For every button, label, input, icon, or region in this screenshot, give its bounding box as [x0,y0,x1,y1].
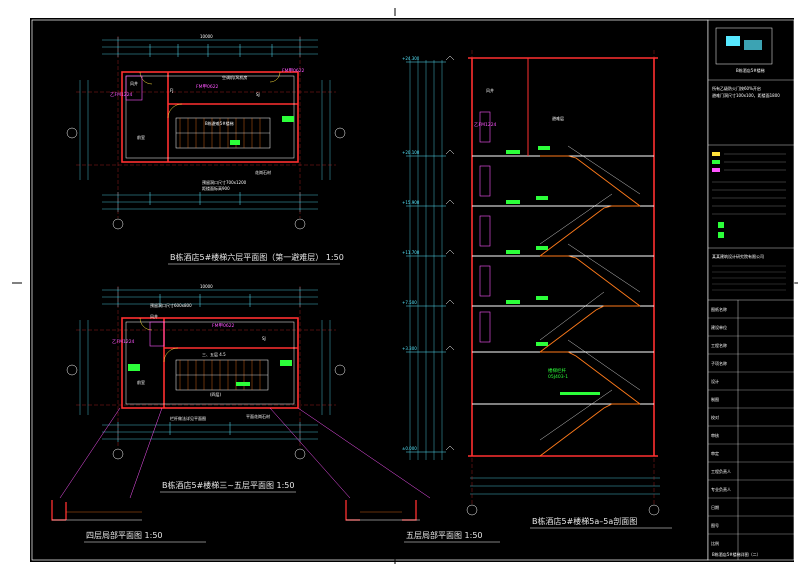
door-fm-top: FM甲0622 [196,84,219,90]
tb-row-4: 设计 [711,378,719,384]
tb-company: 某某建筑设计研究院有限公司 [712,253,764,259]
tb-note-2: 避难门洞尺寸100x100，距楼面1800 [712,92,780,98]
title-plan-sixth: B栋酒店5#楼梯六层平面图（第一避难层） 1:50 [170,252,344,262]
elevation-3: +15.900 [402,200,420,205]
elevation-7: ±0.000 [402,446,417,451]
label-refuge-top: B栋避难5#楼梯 [205,120,234,126]
room-front-top: 前室 [137,134,145,140]
dim-total-mid: 10000 [200,284,213,289]
section-note-rail: 楼梯栏杆 [548,367,566,374]
tb-row-5: 制图 [711,396,719,402]
door-zfm-top: 乙FM1224 [110,91,133,98]
tb-note-1: 所有乙级防火门按60%开启 [712,85,761,91]
tb-row-9: 工程负责人 [711,468,731,474]
door-fm-mid: FM甲0622 [212,323,235,329]
tb-row-6: 校对 [711,414,719,420]
label-ac-top: 空调机/风机房 [222,74,247,80]
cad-drawing-viewer: 10000 乙FM1224 FM甲0622 FM甲0622 前室 风井 B栋避难… [0,0,800,565]
label-sj-mid: SJ [262,336,266,341]
elevation-5: +7.500 [402,300,417,305]
section-room-shaft: 风井 [486,87,494,93]
tb-row-13: 比例 [711,540,719,546]
note-hole-top: 预留洞口尺寸700x1200 [202,179,247,185]
title-block: B栋酒店5#楼梯 所有乙级防火门按60%开启 避难门洞尺寸100x100，距楼面… [707,19,795,561]
door-zfm-mid: 乙FM1224 [112,338,135,345]
level-a-mid: 三、五层 4.5 [202,351,226,357]
note-hole-mid: 预留洞口尺寸600x800 [150,302,192,308]
tb-row-11: 日期 [711,504,719,510]
elevation-4: +11.700 [402,250,420,255]
tb-sheet-number: B栋酒店5#楼梯详图（二） [712,551,761,557]
tb-row-3: 子项名称 [711,360,727,366]
note-stone-mid: 平面花岗石材 [246,413,270,419]
room-front-mid: 前室 [137,379,145,385]
section-room-refuge: 避难层 [552,115,564,121]
title-section: B栋酒店5#楼梯5a–5a剖面图 [532,516,637,526]
label-fj-top: FJ [170,88,173,93]
room-shaft-top: 风井 [130,80,138,86]
level-b-mid: (四层) [210,391,222,397]
note-stone-top: 花岗石材 [255,169,271,175]
elevation-2: +20.100 [402,150,420,155]
tb-row-8: 审定 [711,450,719,456]
tb-row-2: 工程名称 [711,342,727,348]
note-railing-mid: 栏杆做法详见平面图 [170,415,206,421]
room-shaft-mid: 风井 [150,313,158,319]
title-plan-three-five: B栋酒店5#楼梯三~五层平面图 1:50 [162,480,295,490]
dim-total-top: 10000 [200,34,213,39]
elevation-1: +24.300 [402,56,420,61]
cad-sheet: 10000 乙FM1224 FM甲0622 FM甲0622 前室 风井 B栋避难… [0,0,800,565]
label-sj-top: SJ [256,92,260,97]
tb-row-10: 专业负责人 [711,486,731,492]
tb-row-1: 建设单位 [711,324,727,330]
tb-project-name: B栋酒店5#楼梯 [736,67,765,73]
tb-row-7: 审核 [711,432,719,438]
door-fm2-top: FM甲0622 [282,68,305,74]
tb-row-12: 图号 [711,522,719,528]
elevation-6: +3.300 [402,346,417,351]
title-detail-fifth: 五层局部平面图 1:50 [406,530,483,540]
note-hole2-top: 距楼面标高900 [202,185,230,191]
tb-row-0: 图纸名称 [711,306,727,312]
section-note-rail2: 05J403-1 [548,374,568,380]
section-door-zfm: 乙FM1224 [474,121,497,128]
title-detail-fourth: 四层局部平面图 1:50 [86,530,163,540]
